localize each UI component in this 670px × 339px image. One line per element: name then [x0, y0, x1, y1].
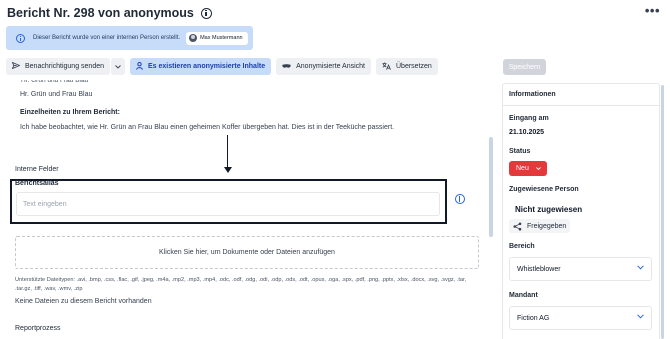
- supported-file-types: Unterstützte Dateitypen: .avi, .bmp, .cs…: [15, 277, 467, 292]
- client-value: Fiction AG: [517, 314, 550, 322]
- anonymized-view-label: Anonymisierte Ansicht: [296, 63, 365, 70]
- user-icon: [136, 61, 143, 72]
- details-text: Ich habe beobachtet, wie Hr. Grün an Fra…: [20, 124, 395, 131]
- panel-title: Informationen: [503, 84, 659, 106]
- status-value: Neu: [516, 165, 529, 172]
- chevron-down-icon: [535, 166, 541, 172]
- alias-input[interactable]: Text eingeben: [16, 192, 440, 216]
- send-notification-label: Benachrichtigung senden: [25, 63, 105, 70]
- panel-scrollbar[interactable]: [661, 85, 664, 339]
- share-icon: [513, 222, 522, 230]
- details-label: Einzelheiten zu Ihrem Bericht:: [20, 109, 120, 116]
- anonymized-content-button[interactable]: Es existieren anonymisierte Inhalte: [130, 58, 272, 75]
- info-icon[interactable]: [455, 194, 465, 204]
- avatar: [189, 34, 198, 42]
- translate-label: Übersetzen: [396, 63, 432, 70]
- report-names: Hr. Grün und Frau Blau: [20, 91, 93, 98]
- alias-label: Berichtsalias: [15, 180, 59, 187]
- status-dropdown[interactable]: Neu: [509, 161, 547, 176]
- toolbar: Benachrichtigung senden Es existieren an…: [6, 58, 438, 75]
- area-select[interactable]: Whistleblower: [509, 257, 652, 281]
- no-files-text: Keine Dateien zu diesem Bericht vorhande…: [15, 298, 152, 305]
- user-name: Max Mustermann: [200, 35, 243, 41]
- page-title: Bericht Nr. 298 von anonymous: [7, 6, 194, 20]
- translate-button[interactable]: Übersetzen: [376, 58, 438, 75]
- area-label: Bereich: [509, 243, 535, 250]
- chevron-down-icon[interactable]: [111, 58, 126, 75]
- area-value: Whistleblower: [517, 265, 561, 273]
- main-scrollbar[interactable]: [489, 137, 493, 237]
- info-banner: Dieser Bericht wurde von einer internen …: [6, 26, 253, 50]
- anonymized-view-button[interactable]: Anonymisierte Ansicht: [276, 58, 371, 75]
- share-label: Freigegeben: [527, 222, 567, 230]
- client-select[interactable]: Fiction AG: [509, 306, 652, 330]
- annotation-arrow: [227, 135, 229, 168]
- info-icon[interactable]: [200, 7, 212, 19]
- anonymized-content-label: Es existieren anonymisierte Inhalte: [148, 63, 266, 70]
- share-button[interactable]: Freigegeben: [509, 219, 571, 233]
- received-value: 21.10.2025: [509, 129, 545, 136]
- received-label: Eingang am: [509, 115, 549, 122]
- status-label: Status: [509, 148, 531, 155]
- translate-icon: [382, 62, 391, 72]
- client-label: Mandant: [509, 292, 538, 299]
- title-row: Bericht Nr. 298 von anonymous: [7, 6, 212, 20]
- banner-text: Dieser Bericht wurde von einer internen …: [33, 35, 181, 41]
- file-dropzone[interactable]: Klicken Sie hier, um Dokumente oder Date…: [15, 236, 479, 269]
- chevron-down-icon: [637, 265, 644, 272]
- send-icon: [11, 61, 21, 71]
- clipped-text: Hr. Grün und Frau Blau: [21, 80, 89, 84]
- save-button[interactable]: Speichern: [503, 59, 546, 75]
- info-icon: [16, 33, 25, 43]
- report-process-heading: Reportprozess: [15, 325, 61, 332]
- send-notification-button[interactable]: Benachrichtigung senden: [6, 58, 111, 75]
- assigned-value: Nicht zugewiesen: [515, 205, 583, 214]
- user-chip: Max Mustermann: [186, 31, 248, 45]
- assigned-label: Zugewiesene Person: [509, 186, 579, 193]
- internal-fields-heading: Interne Felder: [15, 166, 59, 173]
- annotation-arrow-head: [224, 167, 232, 173]
- mask-icon: [282, 62, 291, 71]
- chevron-down-icon: [637, 314, 644, 321]
- more-menu-icon[interactable]: •••: [645, 4, 660, 17]
